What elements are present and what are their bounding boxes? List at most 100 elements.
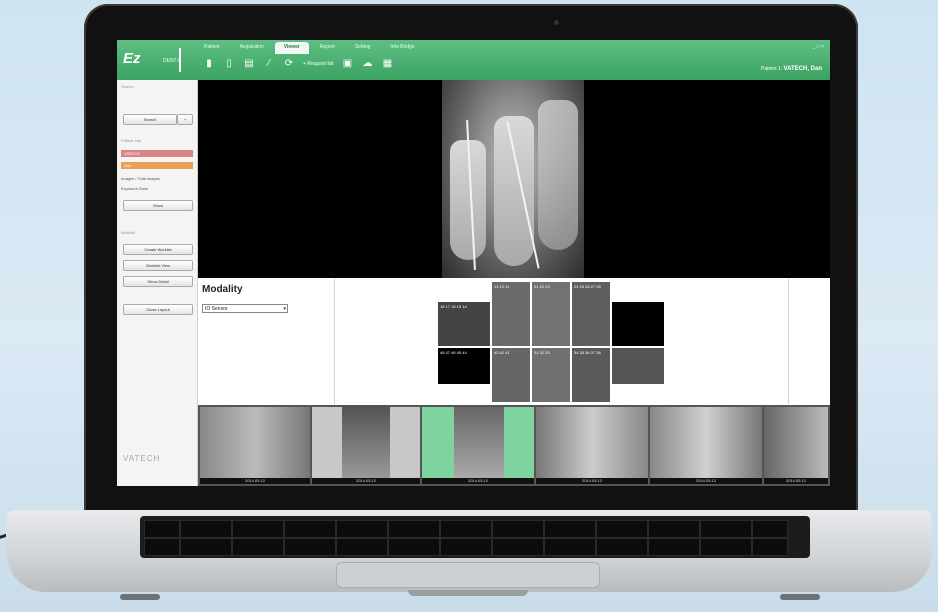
- fmx-slot[interactable]: 31 32 33: [532, 348, 570, 402]
- window-controls[interactable]: _ □ ×: [813, 44, 825, 50]
- fmx-slot[interactable]: 48 47 46 45 44: [438, 348, 490, 384]
- thumbnail-date: 2014.05.12: [312, 478, 420, 484]
- show-button[interactable]: Show: [123, 200, 193, 211]
- document-icon[interactable]: ▯: [223, 58, 235, 70]
- patient-bar-2[interactable]: Dan: [121, 162, 193, 169]
- modality-title: Modality: [202, 284, 243, 295]
- app-logo: Ez: [123, 50, 141, 67]
- title-bar: Ez DENT-i Patient Acquisition Viewer Rep…: [117, 40, 830, 80]
- keyboard-key: [388, 538, 440, 556]
- save-icon[interactable]: ▦: [381, 58, 393, 70]
- search-add-button[interactable]: +: [177, 114, 193, 125]
- laptop-foot: [780, 594, 820, 600]
- tab-patient[interactable]: Patient: [195, 42, 229, 54]
- fmx-label: 18 17 16 15 14: [440, 304, 467, 309]
- fmx-slot[interactable]: 13 12 11: [492, 282, 530, 346]
- thumbnail-strip: 2014.05.12 2014.05.12 2014.05.12 2014.05…: [198, 405, 830, 486]
- fmx-slot[interactable]: 24 25 26 27 28: [572, 282, 610, 346]
- keyboard-key: [284, 520, 336, 538]
- keyboard-key: [492, 520, 544, 538]
- keyboard-key: [440, 520, 492, 538]
- print-icon[interactable]: ▣: [341, 58, 353, 70]
- keyboard-key: [336, 520, 388, 538]
- exposure-info: Exposure Dose: [121, 186, 149, 191]
- thumbnail-date: 2014.05.12: [200, 478, 310, 484]
- thumbnail-date: 2014.05.12: [650, 478, 762, 484]
- thumbnail[interactable]: 2014.05.12: [200, 407, 310, 484]
- sensor-icon[interactable]: ▮: [203, 58, 215, 70]
- thumbnail-date: 2014.05.12: [536, 478, 648, 484]
- keyboard-key: [700, 520, 752, 538]
- worklist-view-button[interactable]: Worklist View: [123, 260, 193, 271]
- keyboard: [140, 516, 810, 558]
- keyboard-key: [284, 538, 336, 556]
- fmx-slot[interactable]: 21 22 23: [532, 282, 570, 346]
- tab-setting[interactable]: Setting: [346, 42, 380, 54]
- image-viewer[interactable]: [198, 80, 830, 278]
- chevron-down-icon: ▾: [283, 306, 286, 312]
- keyboard-key: [388, 520, 440, 538]
- modality-selected: IO Sensor: [205, 306, 228, 312]
- lid-notch: [408, 590, 528, 596]
- fmx-slot[interactable]: 18 17 16 15 14: [438, 302, 490, 346]
- webcam-icon: [554, 20, 559, 25]
- keyboard-key: [648, 538, 700, 556]
- thumbnail-date: 2014.05.12: [422, 478, 534, 484]
- trackpad: [336, 562, 600, 588]
- fmx-slot[interactable]: [612, 302, 664, 346]
- images-info: Images / Total images: [121, 176, 160, 181]
- show-detail-button[interactable]: Show Detail: [123, 276, 193, 287]
- fmx-label: 21 22 23: [534, 284, 550, 289]
- dental-xray-image[interactable]: [442, 80, 584, 278]
- refresh-icon[interactable]: ⟳: [283, 58, 295, 70]
- fmx-slot[interactable]: 43 42 41: [492, 348, 530, 402]
- fmx-label: 48 47 46 45 44: [440, 350, 467, 355]
- create-worklist-button[interactable]: Create Worklist: [123, 244, 193, 255]
- modality-select[interactable]: IO Sensor ▾: [202, 304, 288, 313]
- fmx-label: 34 35 36 37 38: [574, 350, 601, 355]
- thumbnail-date: 2014.05.12: [764, 478, 828, 484]
- laptop-foot: [120, 594, 160, 600]
- request-list-button[interactable]: + Request list: [303, 61, 333, 67]
- vatech-logo: VATECH: [123, 454, 161, 463]
- fmx-slot[interactable]: [612, 348, 664, 384]
- keyboard-key: [596, 520, 648, 538]
- keyboard-key: [232, 520, 284, 538]
- modality-panel: Modality IO Sensor ▾ 18 17 16 15 14 13 1…: [198, 278, 830, 404]
- thumbnail-selected[interactable]: 2014.05.12: [422, 407, 534, 484]
- stack-icon[interactable]: ▤: [243, 58, 255, 70]
- patient-info: Patient 1: VATECH, Dan: [761, 66, 822, 72]
- patient-label: Patient 1:: [761, 66, 783, 72]
- search-button[interactable]: Search: [123, 114, 177, 125]
- toolbar: ▮ ▯ ▤ ⁄ ⟳ + Request list ▣ ☁ ▦: [203, 58, 393, 70]
- key-row: [140, 520, 810, 538]
- panel-divider: [788, 278, 789, 404]
- keyboard-key: [144, 520, 180, 538]
- tab-acquisition[interactable]: Acquisition: [231, 42, 273, 54]
- pen-icon[interactable]: ⁄: [263, 58, 275, 70]
- patient-info-section-title: Patient Info: [121, 138, 142, 143]
- fmx-label: 24 25 26 27 28: [574, 284, 601, 289]
- panel-divider: [334, 278, 335, 404]
- keyboard-key: [336, 538, 388, 556]
- tooth-shape: [494, 116, 534, 266]
- thumbnail[interactable]: 2014.05.12: [764, 407, 828, 484]
- keyboard-key: [544, 538, 596, 556]
- thumbnail[interactable]: 2014.05.12: [312, 407, 420, 484]
- tab-info-bridge[interactable]: Info Bridge: [381, 42, 423, 54]
- tab-report[interactable]: Report: [311, 42, 344, 54]
- keyboard-key: [440, 538, 492, 556]
- keyboard-key: [544, 520, 596, 538]
- patient-bar-1[interactable]: VATECH: [121, 150, 193, 157]
- thumbnail[interactable]: 2014.05.12: [536, 407, 648, 484]
- keyboard-key: [700, 538, 752, 556]
- keyboard-key: [492, 538, 544, 556]
- tab-viewer[interactable]: Viewer: [274, 42, 309, 54]
- fmx-label: 31 32 33: [534, 350, 550, 355]
- thumbnail[interactable]: 2014.05.12: [650, 407, 762, 484]
- cloud-icon[interactable]: ☁: [361, 58, 373, 70]
- key-row: [140, 538, 810, 556]
- tooth-shape: [538, 100, 578, 250]
- close-layout-button[interactable]: Close Layout: [123, 304, 193, 315]
- fmx-slot[interactable]: 34 35 36 37 38: [572, 348, 610, 402]
